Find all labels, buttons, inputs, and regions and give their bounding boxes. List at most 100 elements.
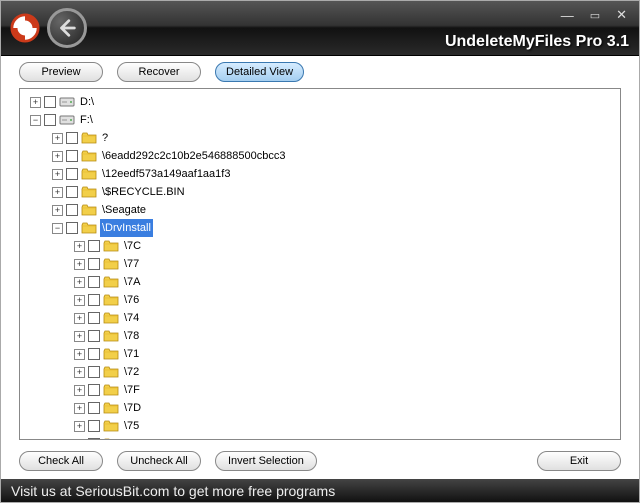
checkbox[interactable] bbox=[66, 168, 78, 180]
node-label[interactable]: \78 bbox=[122, 327, 141, 345]
tree-row-folder[interactable]: + \$RECYCLE.BIN bbox=[24, 183, 616, 201]
tree-row-folder[interactable]: + \75 bbox=[24, 417, 616, 435]
tree-row-folder[interactable]: + \78 bbox=[24, 327, 616, 345]
folder-icon bbox=[81, 149, 97, 163]
tree-row-folder[interactable]: + \7A bbox=[24, 273, 616, 291]
node-label[interactable]: \74 bbox=[122, 309, 141, 327]
node-label[interactable]: \73 bbox=[122, 435, 141, 440]
node-label[interactable]: \72 bbox=[122, 363, 141, 381]
tree-row-folder[interactable]: + \6eadd292c2c10b2e546888500cbcc3 bbox=[24, 147, 616, 165]
checkbox[interactable] bbox=[44, 114, 56, 126]
checkbox[interactable] bbox=[88, 240, 100, 252]
node-label[interactable]: F:\ bbox=[78, 111, 95, 129]
expand-icon[interactable]: + bbox=[74, 367, 85, 378]
node-label[interactable]: \77 bbox=[122, 255, 141, 273]
expand-icon[interactable]: + bbox=[74, 439, 85, 441]
node-label[interactable]: \7F bbox=[122, 381, 142, 399]
expand-icon[interactable]: + bbox=[52, 169, 63, 180]
checkbox[interactable] bbox=[66, 132, 78, 144]
expand-icon[interactable]: + bbox=[74, 385, 85, 396]
node-label[interactable]: \71 bbox=[122, 345, 141, 363]
folder-icon bbox=[103, 293, 119, 307]
exit-button[interactable]: Exit bbox=[537, 451, 621, 471]
expand-icon[interactable]: + bbox=[74, 259, 85, 270]
tree-row-folder[interactable]: + \72 bbox=[24, 363, 616, 381]
expand-icon[interactable]: + bbox=[74, 349, 85, 360]
node-label[interactable]: \76 bbox=[122, 291, 141, 309]
tree-row-folder[interactable]: + \Seagate bbox=[24, 201, 616, 219]
tree-row-folder[interactable]: + \7C bbox=[24, 237, 616, 255]
drive-icon bbox=[59, 113, 75, 127]
expand-icon[interactable]: + bbox=[52, 133, 63, 144]
checkbox[interactable] bbox=[66, 204, 78, 216]
tree-row-folder[interactable]: + \74 bbox=[24, 309, 616, 327]
collapse-icon[interactable]: − bbox=[52, 223, 63, 234]
tab-recover[interactable]: Recover bbox=[117, 62, 201, 82]
checkbox[interactable] bbox=[66, 150, 78, 162]
collapse-icon[interactable]: − bbox=[30, 115, 41, 126]
node-label[interactable]: \75 bbox=[122, 417, 141, 435]
minimize-button[interactable]: — bbox=[557, 6, 578, 25]
folder-icon bbox=[81, 131, 97, 145]
expand-icon[interactable]: + bbox=[74, 241, 85, 252]
checkbox[interactable] bbox=[66, 186, 78, 198]
invert-selection-button[interactable]: Invert Selection bbox=[215, 451, 317, 471]
folder-icon bbox=[81, 167, 97, 181]
tree-row-folder[interactable]: + \73 bbox=[24, 435, 616, 440]
checkbox[interactable] bbox=[88, 366, 100, 378]
node-label[interactable]: ? bbox=[100, 129, 110, 147]
tree-row-folder[interactable]: + \7D bbox=[24, 399, 616, 417]
checkbox[interactable] bbox=[88, 312, 100, 324]
folder-icon bbox=[103, 257, 119, 271]
expand-icon[interactable]: + bbox=[74, 403, 85, 414]
tree-row-folder[interactable]: + \76 bbox=[24, 291, 616, 309]
checkbox[interactable] bbox=[88, 294, 100, 306]
node-label[interactable]: \6eadd292c2c10b2e546888500cbcc3 bbox=[100, 147, 288, 165]
expand-icon[interactable]: + bbox=[52, 151, 63, 162]
node-label[interactable]: \12eedf573a149aaf1aa1f3 bbox=[100, 165, 232, 183]
checkbox[interactable] bbox=[88, 420, 100, 432]
node-label[interactable]: \Seagate bbox=[100, 201, 148, 219]
expand-icon[interactable]: + bbox=[52, 205, 63, 216]
node-label[interactable]: \7C bbox=[122, 237, 143, 255]
status-bar: Visit us at SeriousBit.com to get more f… bbox=[1, 479, 639, 502]
tree-row-folder[interactable]: + \12eedf573a149aaf1aa1f3 bbox=[24, 165, 616, 183]
tree-row-folder[interactable]: + \77 bbox=[24, 255, 616, 273]
check-all-button[interactable]: Check All bbox=[19, 451, 103, 471]
checkbox[interactable] bbox=[66, 222, 78, 234]
checkbox[interactable] bbox=[88, 438, 100, 440]
expand-icon[interactable]: + bbox=[74, 331, 85, 342]
tree-row-folder[interactable]: +? bbox=[24, 129, 616, 147]
node-label[interactable]: \$RECYCLE.BIN bbox=[100, 183, 187, 201]
file-tree[interactable]: + D:\ − F:\ +?+\6eadd292c2c10b2e54688850… bbox=[19, 88, 621, 440]
tree-row-folder[interactable]: + \71 bbox=[24, 345, 616, 363]
checkbox[interactable] bbox=[88, 330, 100, 342]
expand-icon[interactable]: + bbox=[30, 97, 41, 108]
checkbox[interactable] bbox=[88, 258, 100, 270]
tree-row-drive-d[interactable]: + D:\ bbox=[24, 93, 616, 111]
expand-icon[interactable]: + bbox=[52, 187, 63, 198]
checkbox[interactable] bbox=[88, 276, 100, 288]
node-label[interactable]: \7A bbox=[122, 273, 143, 291]
maximize-button[interactable]: ▭ bbox=[586, 7, 604, 24]
checkbox[interactable] bbox=[88, 384, 100, 396]
tree-row-folder[interactable]: + \7F bbox=[24, 381, 616, 399]
tree-row-folder[interactable]: − \DrvInstall bbox=[24, 219, 616, 237]
tab-preview[interactable]: Preview bbox=[19, 62, 103, 82]
node-label[interactable]: \7D bbox=[122, 399, 143, 417]
expand-icon[interactable]: + bbox=[74, 313, 85, 324]
checkbox[interactable] bbox=[44, 96, 56, 108]
expand-icon[interactable]: + bbox=[74, 421, 85, 432]
node-label[interactable]: D:\ bbox=[78, 93, 96, 111]
node-label[interactable]: \DrvInstall bbox=[100, 219, 153, 237]
expand-icon[interactable]: + bbox=[74, 295, 85, 306]
folder-icon bbox=[103, 365, 119, 379]
tab-detailed-view[interactable]: Detailed View bbox=[215, 62, 304, 82]
expand-icon[interactable]: + bbox=[74, 277, 85, 288]
close-button[interactable]: ✕ bbox=[612, 5, 631, 25]
checkbox[interactable] bbox=[88, 402, 100, 414]
tree-row-drive-f[interactable]: − F:\ bbox=[24, 111, 616, 129]
uncheck-all-button[interactable]: Uncheck All bbox=[117, 451, 201, 471]
back-button[interactable] bbox=[47, 8, 87, 48]
checkbox[interactable] bbox=[88, 348, 100, 360]
